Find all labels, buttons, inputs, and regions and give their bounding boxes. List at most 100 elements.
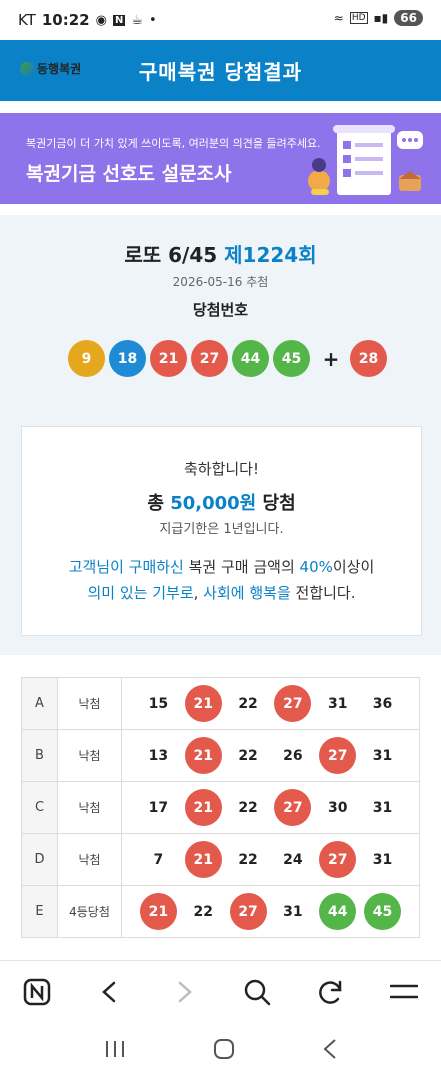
browser-toolbar — [0, 960, 441, 1023]
battery-indicator: 66 — [394, 10, 423, 26]
ticket-number-match: 27 — [229, 893, 267, 930]
menu-icon[interactable] — [384, 972, 424, 1012]
plus-sign: + — [322, 346, 340, 371]
winning-ball: 21 — [150, 340, 187, 377]
home-icon[interactable] — [213, 1038, 235, 1064]
message-text: 전합니다. — [290, 584, 356, 602]
payment-deadline: 지급기한은 1년입니다. — [159, 522, 284, 537]
ticket-number: 31 — [372, 747, 393, 764]
winning-ball: 45 — [273, 340, 310, 377]
table-row: C 낙첨 17 21 22 27 30 31 — [21, 781, 420, 834]
ticket-letter: B — [21, 729, 58, 782]
ticket-numbers: 7 21 22 24 27 31 — [121, 833, 420, 886]
message-highlight: 의미 있는 기부로 — [87, 584, 194, 602]
ticket-letter: A — [21, 677, 58, 730]
ticket-numbers: 15 21 22 27 31 36 — [121, 677, 420, 730]
table-row: E 4등당첨 21 22 27 31 44 45 — [21, 885, 420, 938]
back-icon[interactable] — [90, 972, 130, 1012]
status-bar: KT 10:22 ◉ N ☕ • ≈ HD ▪▮ 66 — [0, 0, 441, 40]
clock: 10:22 — [41, 11, 90, 29]
message-text: , — [193, 584, 204, 602]
ticket-number-match: 27 — [274, 685, 312, 722]
dhlottery-logo[interactable]: 동행복권 — [20, 60, 81, 77]
ticket-number: 24 — [283, 851, 303, 868]
ticket-letter: D — [21, 833, 58, 886]
survey-illustration-icon — [308, 125, 423, 195]
dot-icon: • — [148, 12, 157, 28]
winning-numbers-label: 당첨번호 — [192, 301, 249, 319]
winning-ball: 18 — [109, 340, 146, 377]
hd-icon: HD — [349, 12, 368, 24]
ticket-number-match: 45 — [364, 893, 402, 930]
ticket-numbers: 13 21 22 26 27 31 — [121, 729, 420, 782]
table-row: D 낙첨 7 21 22 24 27 31 — [21, 833, 420, 886]
app-header: 동행복권 구매복권 당첨결과 — [0, 40, 441, 101]
ticket-number-match: 27 — [274, 789, 312, 826]
ticket-number: 31 — [372, 799, 393, 816]
ticket-numbers: 17 21 22 27 30 31 — [121, 781, 420, 834]
draw-result-card: 로또 6/45 제1224회 2026-05-16 추첨 당첨번호 9 18 2… — [0, 215, 441, 655]
message-highlight: 40% — [299, 558, 333, 576]
naver-notify-icon: N — [112, 14, 126, 26]
ticket-number: 31 — [283, 903, 303, 920]
ticket-status: 낙첨 — [57, 833, 122, 886]
ticket-number: 17 — [148, 799, 169, 816]
message-highlight: 사회에 행복을 — [203, 584, 291, 602]
ticket-status: 낙첨 — [57, 729, 122, 782]
prize-amount: 50,000원 — [170, 493, 257, 514]
naver-icon[interactable] — [17, 972, 57, 1012]
recent-apps-icon[interactable] — [103, 1039, 127, 1063]
ticket-letter: C — [21, 781, 58, 834]
ticket-number-match: 21 — [184, 789, 222, 826]
ticket-number: 7 — [153, 851, 164, 868]
ticket-status: 낙첨 — [57, 781, 122, 834]
ticket-number-match: 27 — [319, 737, 357, 774]
search-icon[interactable] — [237, 972, 277, 1012]
winning-numbers: 9 18 21 27 44 45 + 28 — [68, 340, 391, 377]
ticket-number: 22 — [238, 851, 258, 868]
system-navigation-bar — [0, 1022, 441, 1080]
message-text: 이상이 — [332, 558, 375, 576]
ticket-number-match: 44 — [319, 893, 357, 930]
forward-icon[interactable] — [164, 972, 204, 1012]
ticket-number-match: 21 — [184, 737, 222, 774]
prize-result-box: 축하합니다! 총 50,000원 당첨 지급기한은 1년입니다. 고객님이 구매… — [21, 426, 422, 636]
prize-prefix: 총 — [147, 493, 164, 514]
ticket-number: 15 — [148, 695, 169, 712]
logo-mark-icon — [20, 61, 34, 76]
ticket-number: 30 — [327, 799, 348, 816]
winning-ball: 44 — [232, 340, 269, 377]
draw-date: 2026-05-16 추첨 — [172, 275, 269, 289]
ticket-number-match: 21 — [139, 893, 177, 930]
ticket-status: 낙첨 — [57, 677, 122, 730]
donation-message: 고객님이 구매하신 복권 구매 금액의 40%이상이 의미 있는 기부로, 사회… — [22, 554, 421, 606]
ticket-number-match: 21 — [184, 685, 222, 722]
winning-ball: 9 — [68, 340, 105, 377]
system-back-icon[interactable] — [322, 1038, 338, 1064]
table-row: B 낙첨 13 21 22 26 27 31 — [21, 729, 420, 782]
prize-amount-line: 총 50,000원 당첨 — [22, 489, 421, 515]
ticket-number: 22 — [238, 747, 258, 764]
winning-ball: 27 — [191, 340, 228, 377]
ticket-number: 22 — [238, 799, 258, 816]
ticket-number: 31 — [327, 695, 348, 712]
bowl-icon: ☕ — [131, 12, 143, 28]
draw-title: 로또 6/45 제1224회 — [0, 239, 441, 268]
prize-suffix: 당첨 — [262, 493, 296, 514]
message-text: 복권 구매 금액의 — [183, 558, 300, 576]
bonus-ball: 28 — [350, 340, 387, 377]
table-row: A 낙첨 15 21 22 27 31 36 — [21, 677, 420, 730]
signal-icon: ▪▮ — [373, 11, 389, 25]
ticket-number-match: 27 — [319, 841, 357, 878]
ticket-results-table: A 낙첨 15 21 22 27 31 36 B 낙첨 13 21 22 26 … — [21, 677, 420, 938]
wifi-icon: ≈ — [333, 11, 344, 25]
survey-banner[interactable]: 복권기금이 더 가치 있게 쓰이도록, 여러분의 의견을 들려주세요. 복권기금… — [0, 113, 441, 204]
congrats-text: 축하합니다! — [183, 460, 259, 478]
ticket-number-match: 21 — [184, 841, 222, 878]
banner-subtitle: 복권기금이 더 가치 있게 쓰이도록, 여러분의 의견을 들려주세요. — [26, 137, 321, 150]
carrier-label: KT — [18, 11, 36, 29]
game-name: 로또 6/45 — [124, 243, 218, 267]
refresh-icon[interactable] — [311, 972, 351, 1012]
ticket-number: 31 — [372, 851, 393, 868]
ticket-letter: E — [21, 885, 58, 938]
